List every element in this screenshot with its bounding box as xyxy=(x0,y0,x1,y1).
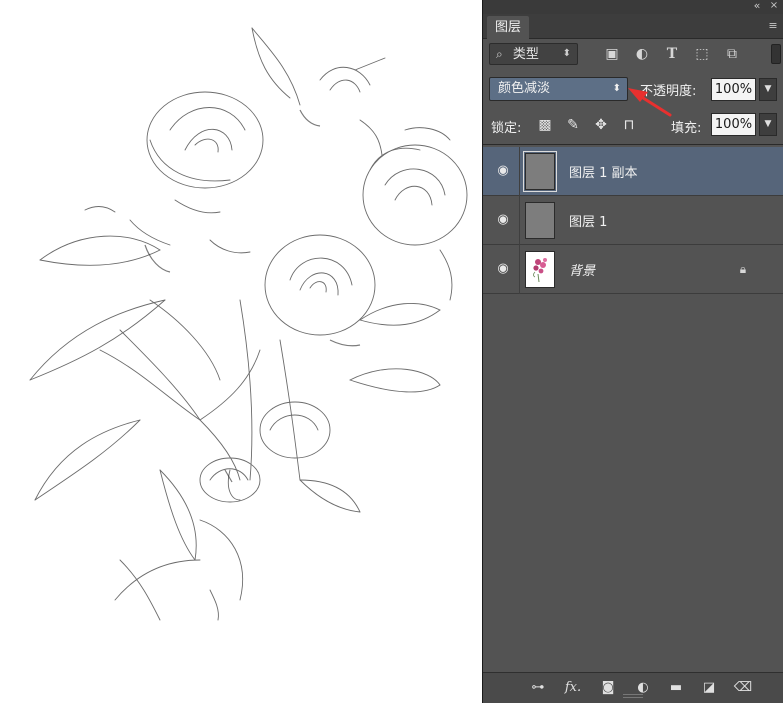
lock-label: 锁定: xyxy=(491,121,522,136)
visibility-eye-icon[interactable]: ◉ xyxy=(491,161,515,181)
layer-name[interactable]: 背景 xyxy=(569,260,595,279)
panel-menu-icon[interactable]: ≡ xyxy=(767,18,779,34)
document-canvas[interactable] xyxy=(0,0,483,703)
lock-image-pixels-icon[interactable]: ✎ xyxy=(563,115,583,135)
adjustment-filter-icon[interactable]: ◐ xyxy=(631,43,653,65)
chevron-updown-icon: ⬍ xyxy=(562,48,571,59)
fx-icon[interactable]: fx. xyxy=(561,677,585,699)
type-filter-icon[interactable]: T xyxy=(661,43,683,65)
smart-object-filter-icon[interactable]: ⧉ xyxy=(721,43,743,65)
layer-name[interactable]: 图层 1 xyxy=(569,211,607,230)
new-layer-icon[interactable]: ◪ xyxy=(697,677,721,699)
group-folder-icon[interactable]: ▬ xyxy=(664,677,688,699)
layer-thumbnail xyxy=(525,202,555,239)
fill-input[interactable]: 100% xyxy=(711,113,756,136)
fill-dropdown-button[interactable]: ▼ xyxy=(759,113,777,136)
row-divider xyxy=(519,245,520,294)
background-thumbnail xyxy=(525,251,555,288)
fill-label: 填充: xyxy=(671,121,702,136)
shape-filter-icon[interactable]: ⬚ xyxy=(691,43,713,65)
panel-title-bar: « × xyxy=(483,0,783,14)
blend-mode-select[interactable]: 颜色减淡 ⬍ xyxy=(489,77,628,101)
lock-position-icon[interactable]: ✥ xyxy=(591,115,611,135)
opacity-input[interactable]: 100% xyxy=(711,78,756,101)
link-layers-icon[interactable]: ⊶ xyxy=(526,677,550,699)
collapse-panel-icon[interactable]: « xyxy=(749,0,765,14)
search-icon: ⌕ xyxy=(496,47,503,61)
visibility-eye-icon[interactable]: ◉ xyxy=(491,259,515,279)
layer-mask-icon[interactable]: ◙ xyxy=(596,677,620,699)
close-panel-icon[interactable]: × xyxy=(768,0,780,14)
lock-icon: 🔒︎ xyxy=(739,262,747,276)
line-art-flowers-image xyxy=(29,27,468,621)
panel-footer-toolbar: ⊶ fx. ◙ ◐ ▬ ◪ ⌫ xyxy=(483,672,783,703)
flower-thumbnail-image xyxy=(533,258,547,283)
filter-toggle-switch[interactable] xyxy=(771,44,781,64)
layers-list: ◉ 图层 1 副本 ◉ 图层 1 ◉ 背景 🔒︎ xyxy=(483,144,783,672)
layer-row-copy[interactable]: ◉ 图层 1 副本 xyxy=(483,147,783,196)
opacity-dropdown-button[interactable]: ▼ xyxy=(759,78,777,101)
lock-transparent-pixels-icon[interactable]: ▩ xyxy=(535,115,555,135)
layer-thumbnail xyxy=(523,151,557,192)
layer-filter-label: 类型 xyxy=(512,47,539,62)
layer-name[interactable]: 图层 1 副本 xyxy=(569,162,638,181)
layer-row-layer1[interactable]: ◉ 图层 1 xyxy=(483,196,783,245)
trash-icon[interactable]: ⌫ xyxy=(731,677,755,699)
panel-tab-row: 图层 ≡ xyxy=(483,14,783,39)
visibility-eye-icon[interactable]: ◉ xyxy=(491,210,515,230)
layer-row-background[interactable]: ◉ 背景 🔒︎ xyxy=(483,245,783,294)
layers-panel: « × 图层 ≡ ⌕ 类型 ⬍ ▣ ◐ T ⬚ ⧉ 颜色减淡 ⬍ 不透明度: 1… xyxy=(483,0,783,703)
resize-grip[interactable] xyxy=(623,694,643,698)
layer-filter-select[interactable]: ⌕ 类型 ⬍ xyxy=(489,43,578,65)
row-divider xyxy=(519,147,520,196)
blend-mode-value: 颜色减淡 xyxy=(498,81,551,96)
tab-layers[interactable]: 图层 xyxy=(487,16,530,39)
opacity-label: 不透明度: xyxy=(640,84,697,99)
row-divider xyxy=(519,196,520,245)
lock-all-icon[interactable]: ⊓ xyxy=(619,115,639,135)
chevron-updown-icon: ⬍ xyxy=(612,83,621,94)
image-filter-icon[interactable]: ▣ xyxy=(601,43,623,65)
